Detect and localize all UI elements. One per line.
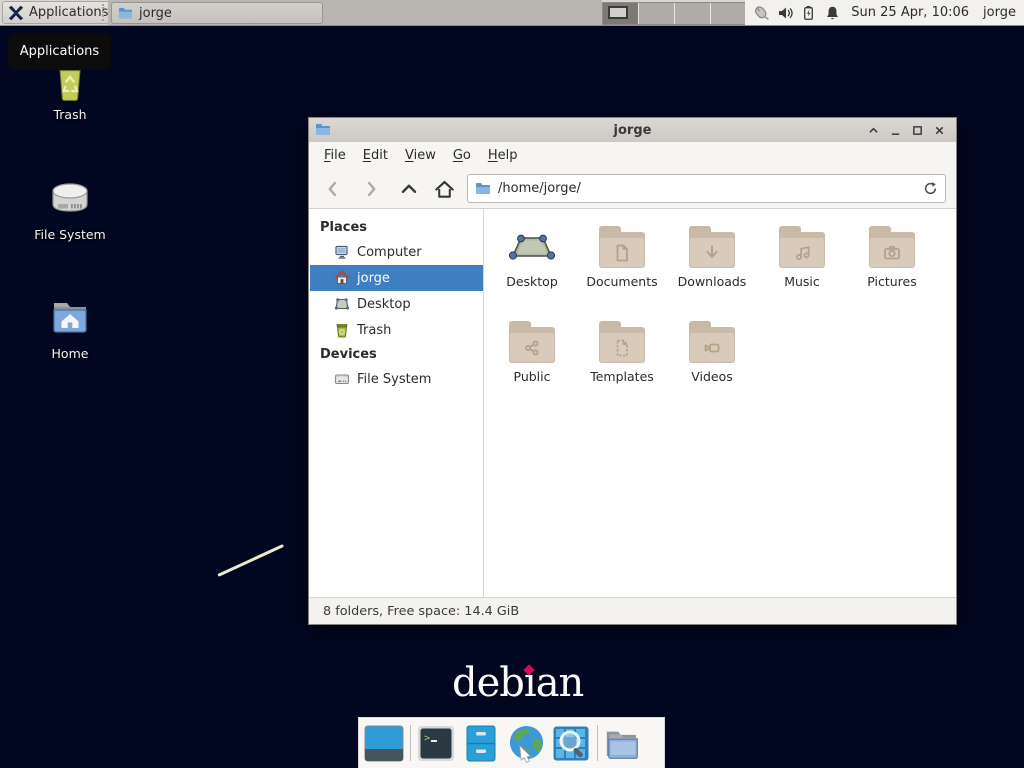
pathbar-folder-icon (475, 181, 491, 197)
menu-view[interactable]: View (405, 148, 436, 163)
workspace-switcher[interactable] (602, 2, 747, 25)
menu-file[interactable]: File (324, 148, 346, 163)
drive-icon (334, 371, 350, 387)
public-folder-icon (507, 318, 557, 366)
computer-icon (334, 244, 350, 260)
music-folder-icon (777, 223, 827, 271)
file-item-templates[interactable]: Templates (577, 318, 667, 413)
web-browser-icon[interactable] (506, 723, 546, 763)
debian-logo-prefix: deb (452, 660, 524, 706)
dock-separator (410, 725, 411, 761)
panel-tray-area: Sun 25 Apr, 10:06 jorge (745, 0, 1024, 25)
videos-folder-icon (687, 318, 737, 366)
desktop-special-icon (507, 223, 557, 271)
up-button[interactable] (395, 176, 422, 202)
home-button[interactable] (431, 176, 458, 202)
file-item-music[interactable]: Music (757, 223, 847, 318)
file-manager-window: jorge File Edit View Go Help /home/jorge… (308, 117, 957, 625)
mouse-icon[interactable] (751, 3, 770, 23)
file-item-pictures[interactable]: Pictures (847, 223, 937, 318)
menu-help[interactable]: Help (488, 148, 518, 163)
window-title: jorge (309, 123, 956, 138)
workspace-4[interactable] (711, 3, 746, 24)
sidebar-item-computer[interactable]: Computer (310, 239, 483, 265)
shade-button[interactable] (867, 124, 880, 137)
pictures-folder-icon (867, 223, 917, 271)
home-icon (334, 270, 350, 286)
bell-icon[interactable] (824, 3, 842, 23)
home-folder-icon (45, 294, 95, 342)
forward-button[interactable] (357, 176, 384, 202)
sidebar: Places Computer jorge Desktop Trash Devi (310, 209, 484, 597)
workspace-2[interactable] (639, 3, 675, 24)
bottom-dock: > (358, 717, 665, 768)
toolbar: /home/jorge/ (309, 169, 956, 209)
maximize-button[interactable] (911, 124, 924, 137)
close-button[interactable] (933, 124, 946, 137)
desktop-icon (334, 296, 350, 312)
statusbar: 8 folders, Free space: 14.4 GiB (309, 597, 956, 624)
statusbar-text: 8 folders, Free space: 14.4 GiB (323, 604, 519, 619)
downloads-folder-icon (687, 223, 737, 271)
taskbar-folder-icon (118, 6, 133, 21)
menu-edit[interactable]: Edit (363, 148, 388, 163)
svg-text:>: > (424, 733, 430, 744)
applications-label: Applications (29, 5, 108, 20)
dock-folder-icon[interactable] (603, 723, 643, 763)
clock[interactable]: Sun 25 Apr, 10:06 (851, 5, 969, 20)
documents-folder-icon (597, 223, 647, 271)
sidebar-item-jorge[interactable]: jorge (310, 265, 483, 291)
reload-icon[interactable] (923, 181, 938, 196)
panel-handle[interactable] (102, 4, 107, 21)
menu-go[interactable]: Go (453, 148, 471, 163)
file-item-desktop[interactable]: Desktop (487, 223, 577, 318)
back-button[interactable] (319, 176, 346, 202)
path-bar[interactable]: /home/jorge/ (467, 174, 946, 203)
sidebar-item-trash[interactable]: Trash (310, 317, 483, 343)
file-system-label: File System (34, 227, 106, 242)
devices-header: Devices (310, 343, 483, 366)
taskbar-button-jorge[interactable]: jorge (111, 2, 323, 24)
hard-drive-icon (45, 175, 95, 223)
minimize-button[interactable] (889, 124, 902, 137)
battery-icon[interactable] (800, 3, 818, 23)
sidebar-item-desktop[interactable]: Desktop (310, 291, 483, 317)
sidebar-item-file-system[interactable]: File System (310, 366, 483, 392)
taskbar-button-label: jorge (139, 6, 172, 21)
places-header: Places (310, 216, 483, 239)
trash-small-icon (334, 322, 350, 338)
show-desktop-icon[interactable] (364, 723, 404, 763)
file-item-videos[interactable]: Videos (667, 318, 757, 413)
home-label: Home (52, 346, 89, 361)
debian-logo-suffix: an (536, 660, 584, 706)
terminal-icon[interactable]: > (416, 723, 456, 763)
workspace-3[interactable] (675, 3, 711, 24)
workspace-window-thumb (608, 6, 628, 19)
trash-label: Trash (53, 107, 86, 122)
file-item-documents[interactable]: Documents (577, 223, 667, 318)
volume-icon[interactable] (776, 3, 794, 23)
dock-separator (597, 725, 598, 761)
tooltip-text: Applications (20, 44, 99, 59)
wallpaper-scratch-line (217, 544, 284, 577)
file-item-downloads[interactable]: Downloads (667, 223, 757, 318)
panel-username[interactable]: jorge (983, 5, 1016, 20)
applications-menu-button[interactable]: Applications (2, 1, 117, 24)
app-finder-icon[interactable] (551, 723, 591, 763)
window-taskbar: jorge (108, 0, 602, 25)
file-item-public[interactable]: Public (487, 318, 577, 413)
applications-icon (7, 4, 25, 22)
file-cabinet-icon[interactable] (461, 723, 501, 763)
templates-folder-icon (597, 318, 647, 366)
path-input[interactable]: /home/jorge/ (498, 181, 923, 196)
workspace-1[interactable] (603, 3, 639, 24)
desktop-icon-file-system[interactable]: File System (15, 175, 125, 242)
window-titlebar[interactable]: jorge (309, 118, 956, 142)
desktop-icon-home[interactable]: Home (15, 294, 125, 361)
debian-logo: debıan (452, 660, 583, 706)
applications-tooltip: Applications (8, 33, 111, 70)
top-panel: Applications jorge Sun 25 Apr, 10:06 jor… (0, 0, 1024, 26)
file-icon-view[interactable]: Desktop Documents Downloads Music (485, 209, 956, 597)
menubar: File Edit View Go Help (309, 142, 956, 169)
